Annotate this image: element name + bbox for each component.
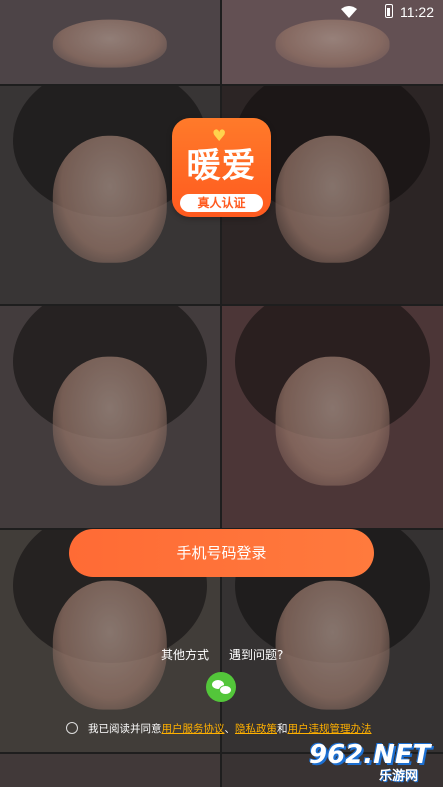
status-time: 11:22 [400,4,434,20]
status-bar: 11:22 [0,0,443,26]
privacy-policy-link[interactable]: 隐私政策 [235,721,277,736]
agree-checkbox[interactable] [66,722,78,734]
wifi-icon [341,6,357,18]
verified-badge: 真人认证 [180,194,263,212]
agreement-row: 我已阅读并同意 用户服务协议 、 隐私政策 和 用户违规管理办法 [66,719,372,737]
agreement-and: 和 [277,722,288,735]
watermark-sub-text: 乐游网 [379,769,419,784]
agreement-prefix: 我已阅读并同意 [88,722,162,735]
site-watermark: 962.NET 乐游网 [305,740,437,784]
phone-login-button[interactable]: 手机号码登录 [69,529,374,577]
other-methods-label: 其他方式 [161,648,210,662]
agreement-separator: 、 [224,722,236,735]
battery-icon [385,4,393,18]
app-logo: ♥ 暖爱 真人认证 [172,118,271,217]
wechat-login-icon[interactable] [206,672,236,702]
service-agreement-link[interactable]: 用户服务协议 [162,721,225,736]
app-logo-title: 暖爱 [186,146,257,186]
problem-link[interactable]: 遇到问题? [229,646,283,663]
violation-rules-link[interactable]: 用户违规管理办法 [288,721,372,736]
